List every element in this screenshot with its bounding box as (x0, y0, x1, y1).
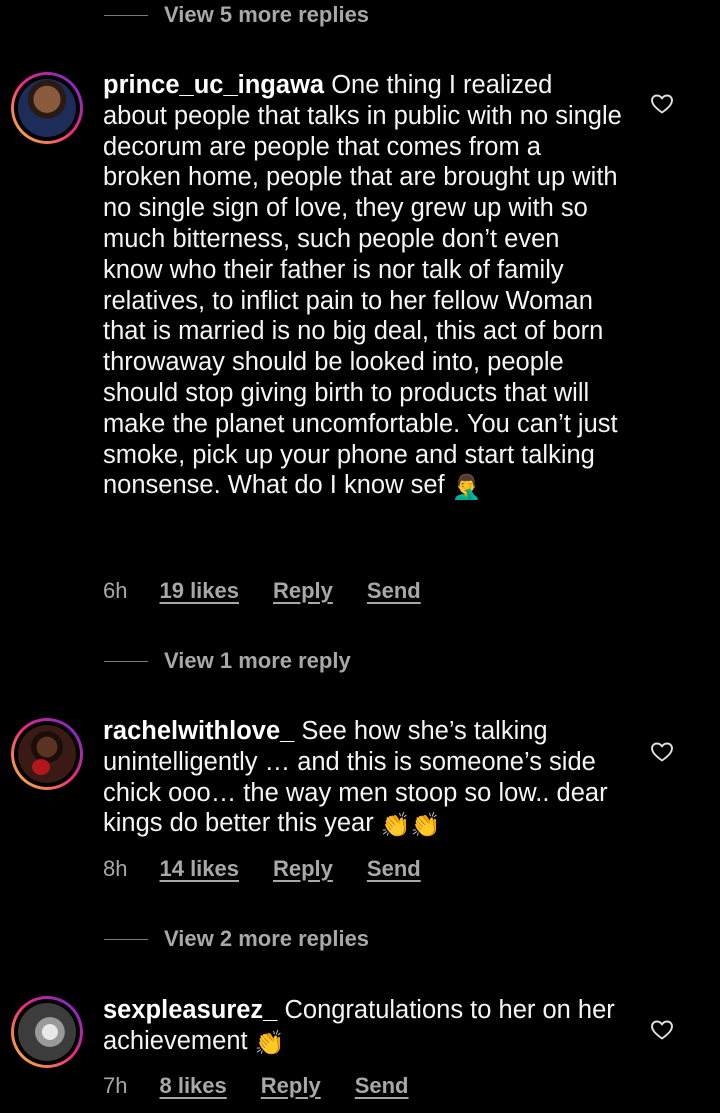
likes-link[interactable]: 19 likes (159, 578, 239, 604)
likes-link[interactable]: 8 likes (159, 1073, 226, 1099)
comment-meta: 8h 14 likes Reply Send (103, 854, 455, 884)
divider-line (104, 660, 148, 662)
avatar[interactable] (11, 718, 83, 790)
view-more-replies-button[interactable]: View 2 more replies (104, 924, 369, 954)
comment-body: prince_uc_ingawa One thing I realized ab… (103, 70, 623, 501)
divider-line (104, 14, 148, 16)
heart-outline-icon[interactable] (650, 740, 674, 764)
send-button[interactable]: Send (367, 578, 421, 604)
comment-time: 8h (103, 856, 128, 881)
send-button[interactable]: Send (355, 1073, 409, 1099)
comment-time: 6h (103, 578, 128, 603)
view-more-replies-button[interactable]: View 1 more reply (104, 646, 351, 676)
reply-button[interactable]: Reply (273, 578, 333, 604)
comment-body: sexpleasurez_ Congratulations to her on … (103, 995, 623, 1057)
comment-time: 7h (103, 1073, 128, 1098)
avatar[interactable] (11, 996, 83, 1068)
reply-button[interactable]: Reply (273, 856, 333, 882)
heart-outline-icon[interactable] (650, 92, 674, 116)
avatar-photo (18, 1003, 76, 1061)
send-button[interactable]: Send (367, 856, 421, 882)
view-more-replies-label: View 5 more replies (164, 2, 370, 27)
comment-username[interactable]: rachelwithlove_ (103, 717, 294, 745)
divider-line (104, 938, 148, 940)
likes-link[interactable]: 14 likes (159, 856, 239, 882)
comment-text: One thing I realized about people that t… (103, 71, 622, 500)
heart-outline-icon[interactable] (650, 1018, 674, 1042)
avatar-photo (18, 79, 76, 137)
comment-meta: 7h 8 likes Reply Send (103, 1071, 442, 1101)
comment-body: rachelwithlove_ See how she’s talking un… (103, 716, 623, 839)
comment-username[interactable]: prince_uc_ingawa (103, 71, 324, 99)
view-more-replies-button[interactable]: View 5 more replies (104, 0, 369, 30)
view-more-replies-label: View 1 more reply (164, 648, 351, 673)
avatar[interactable] (11, 72, 83, 144)
comment-username[interactable]: sexpleasurez_ (103, 996, 277, 1024)
clapping-hands-emoji: 👏 (254, 1028, 285, 1057)
clapping-hands-emoji: 👏👏 (380, 811, 441, 840)
comment-meta: 6h 19 likes Reply Send (103, 576, 455, 606)
avatar-photo (18, 725, 76, 783)
view-more-replies-label: View 2 more replies (164, 926, 370, 951)
reply-button[interactable]: Reply (261, 1073, 321, 1099)
facepalm-emoji: 🤦‍♂️ (451, 473, 482, 502)
